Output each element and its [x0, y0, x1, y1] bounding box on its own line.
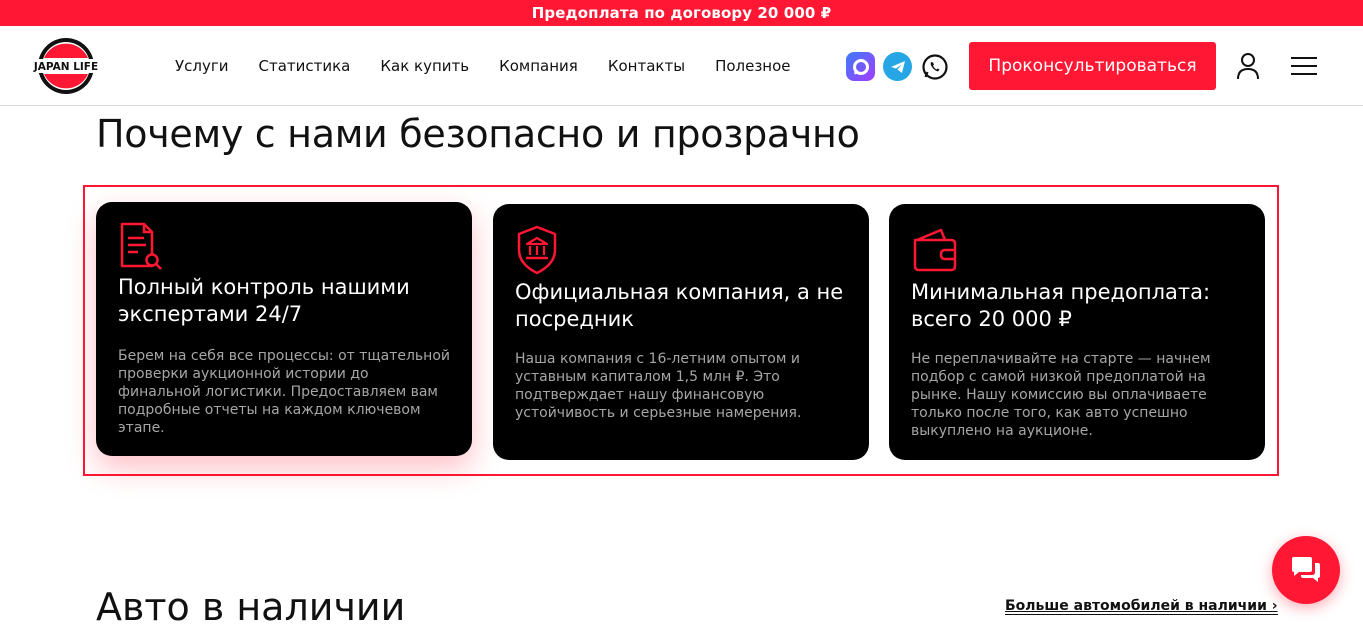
feature-card-control: Полный контроль нашими экспертами 24/7 Б… [96, 202, 472, 456]
promo-text: Предоплата по договору 20 000 ₽ [531, 4, 832, 22]
card-title: Официальная компания, а не посредник [515, 280, 844, 331]
consult-button[interactable]: Проконсультироваться [969, 42, 1216, 90]
user-icon[interactable] [1236, 52, 1260, 80]
card-title: Полный контроль нашими экспертами 24/7 [118, 275, 410, 326]
feature-card-prepayment: Минимальная предоплата: всего 20 000 ₽ Н… [889, 204, 1265, 460]
site-header: JAPAN LIFE Услуги Статистика Как купить … [0, 26, 1363, 106]
telegram-icon[interactable] [883, 52, 912, 81]
section-title: Почему с нами безопасно и прозрачно [96, 112, 860, 156]
document-search-icon [118, 220, 166, 270]
logo-text: JAPAN LIFE [33, 61, 98, 73]
nav-item-how-to-buy[interactable]: Как купить [380, 57, 469, 75]
nav-item-company[interactable]: Компания [499, 57, 578, 75]
nav-item-statistics[interactable]: Статистика [258, 57, 350, 75]
nav-item-services[interactable]: Услуги [175, 57, 228, 75]
card-title: Минимальная предоплата: всего 20 000 ₽ [911, 280, 1211, 331]
logo[interactable]: JAPAN LIFE [32, 36, 100, 96]
max-messenger-icon[interactable] [846, 52, 875, 81]
bank-shield-icon [515, 224, 563, 275]
promo-banner: Предоплата по договору 20 000 ₽ [0, 0, 1363, 26]
more-cars-link[interactable]: Больше автомобилей в наличии › [1005, 598, 1278, 615]
card-text: Наша компания с 16-летним опытом и устав… [515, 351, 802, 421]
whatsapp-icon[interactable] [920, 52, 949, 81]
card-text: Берем на себя все процессы: от тщательно… [118, 348, 450, 436]
main-nav: Услуги Статистика Как купить Компания Ко… [175, 26, 821, 106]
menu-icon[interactable] [1291, 56, 1317, 76]
chat-button[interactable] [1272, 536, 1340, 604]
cars-section-title: Авто в наличии [96, 585, 406, 629]
feature-card-official: Официальная компания, а не посредник Наш… [493, 204, 869, 460]
chat-icon [1292, 557, 1320, 582]
nav-item-contacts[interactable]: Контакты [608, 57, 685, 75]
nav-item-useful[interactable]: Полезное [715, 57, 790, 75]
wallet-icon [911, 226, 959, 274]
card-text: Не переплачивайте на старте — начнем под… [911, 351, 1211, 439]
social-links [846, 52, 949, 81]
